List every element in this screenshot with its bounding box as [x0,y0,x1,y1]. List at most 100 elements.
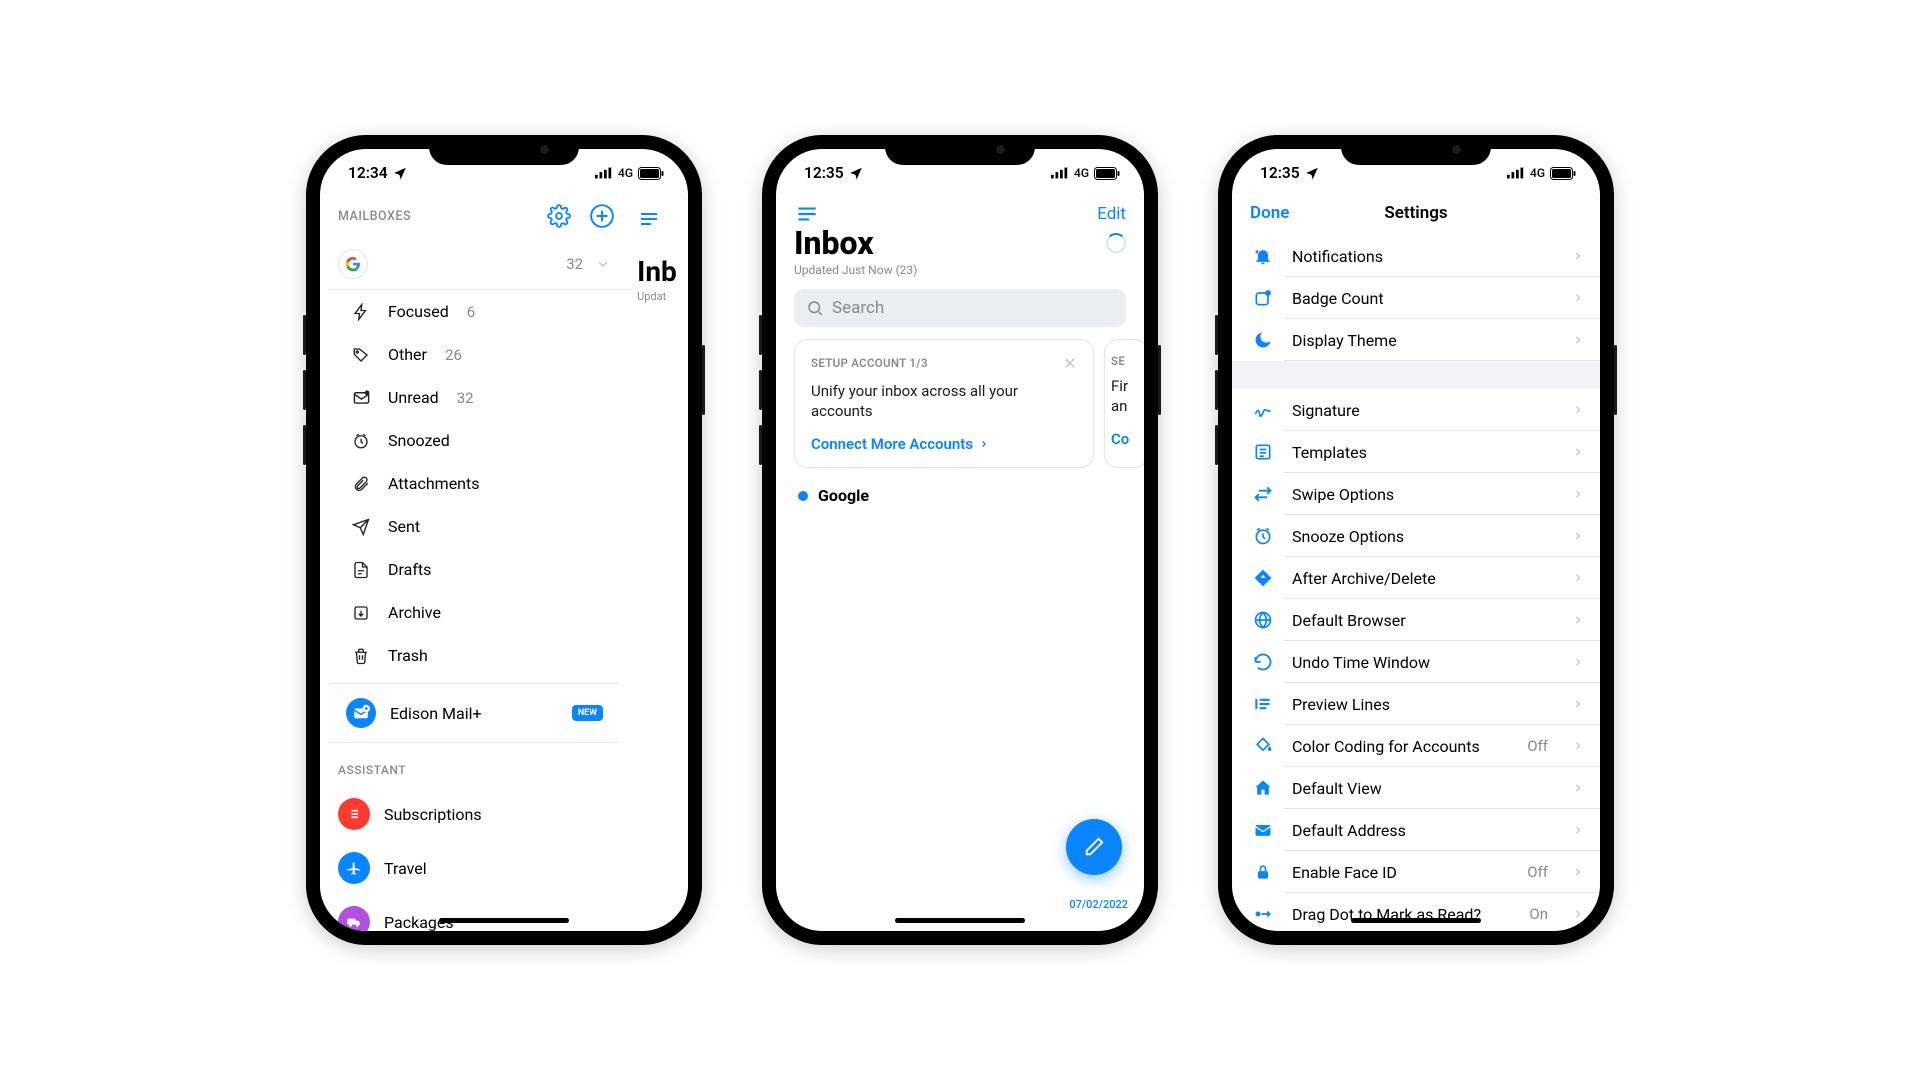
chevron-right-icon [1572,334,1584,346]
settings-value: On [1529,905,1548,923]
setup-card-2[interactable]: SE Fir an Co [1104,339,1144,469]
settings-label: Display Theme [1292,331,1397,350]
mailbox-snoozed[interactable]: Snoozed [384,419,629,462]
chevron-right-icon [1572,530,1584,542]
settings-label: Snooze Options [1292,527,1404,546]
trash-icon [350,647,372,665]
edit-button[interactable]: Edit [1097,204,1126,224]
assistant-heading: ASSISTANT [320,743,629,787]
connect-accounts-button[interactable]: Connect More Accounts [811,435,1077,453]
settings-swipe-options[interactable]: Swipe Options [1232,473,1600,515]
settings-label: Undo Time Window [1292,653,1430,672]
settings-undo-time[interactable]: Undo Time Window [1232,641,1600,683]
location-icon [393,166,407,180]
globe-icon [1250,610,1276,630]
mailbox-unread[interactable]: Unread32 [384,376,629,419]
inbox-title: Inbox [794,227,917,261]
bolt-icon [350,303,372,321]
assistant-subscriptions[interactable]: Subscriptions [320,787,629,841]
mailbox-label: Sent [388,517,420,536]
pencil-icon [1083,836,1105,858]
settings-title: Settings [1384,203,1447,223]
settings-icon[interactable] [547,204,571,228]
hamburger-icon[interactable] [637,207,688,231]
signal-icon [1051,167,1069,179]
settings-label: Signature [1292,401,1360,420]
settings-templates[interactable]: Templates [1232,431,1600,473]
status-time: 12:34 [348,164,388,182]
account-row[interactable]: 32 [320,241,629,289]
mailbox-focused[interactable]: Focused6 [384,290,629,333]
google-logo-icon [338,249,368,279]
account-name: Google [818,486,869,505]
inbox-peek[interactable]: Inb Updat [629,197,688,931]
assistant-travel[interactable]: Travel [320,841,629,895]
settings-after-archive[interactable]: After Archive/Delete [1232,557,1600,599]
settings-display-theme[interactable]: Display Theme [1232,319,1600,361]
templates-icon [1250,442,1276,462]
mailbox-trash[interactable]: Trash [384,634,629,677]
lock-icon [1250,862,1276,882]
chevron-right-icon [1572,866,1584,878]
account-google-row[interactable]: Google [776,468,1144,523]
setup-account-card[interactable]: SETUP ACCOUNT 1/3 ✕ Unify your inbox acro… [794,339,1094,469]
chevron-right-icon [1572,824,1584,836]
home-indicator[interactable] [1351,918,1481,923]
settings-notifications[interactable]: Notifications [1232,235,1600,277]
phone-middle: 12:35 4G Edit Inbox Updated Just Now (23… [762,135,1158,945]
network-label: 4G [1074,166,1089,180]
mailbox-other[interactable]: Other26 [384,333,629,376]
send-icon [350,518,372,536]
mailbox-label: Snoozed [388,431,450,450]
cta-label: Connect More Accounts [811,435,973,453]
home-icon [1250,778,1276,798]
card-heading: SE [1111,354,1125,368]
settings-label: Notifications [1292,247,1383,266]
settings-default-browser[interactable]: Default Browser [1232,599,1600,641]
chevron-right-icon [1572,250,1584,262]
mailbox-sent[interactable]: Sent [384,505,629,548]
tag-icon [350,346,372,364]
settings-preview-lines[interactable]: Preview Lines [1232,683,1600,725]
mailbox-attachments[interactable]: Attachments [384,462,629,505]
settings-face-id[interactable]: Enable Face IDOff [1232,851,1600,893]
home-indicator[interactable] [439,918,569,923]
clock-icon [350,432,372,450]
promo-label: Edison Mail+ [390,704,482,723]
search-icon [806,299,824,317]
settings-label: Templates [1292,443,1367,462]
peek-title: Inb [637,255,688,288]
chevron-right-icon [1572,292,1584,304]
chevron-right-icon [1572,614,1584,626]
settings-color-coding[interactable]: Color Coding for AccountsOff [1232,725,1600,767]
settings-label: Badge Count [1292,289,1384,308]
home-indicator[interactable] [895,918,1025,923]
close-icon[interactable]: ✕ [1063,354,1077,373]
mailbox-label: Drafts [388,560,431,579]
settings-badge-count[interactable]: Badge Count [1232,277,1600,319]
settings-value: Off [1527,863,1548,881]
signal-icon [1507,167,1525,179]
chevron-right-icon [1572,698,1584,710]
diamond-icon [1250,568,1276,588]
edison-mail-plus-row[interactable]: Edison Mail+ NEW [330,683,619,743]
chevron-right-icon [1572,404,1584,416]
card-text: Unify your inbox across all your account… [811,381,1077,422]
assistant-packages[interactable]: Packages [320,895,629,931]
mailbox-drafts[interactable]: Drafts [384,548,629,591]
settings-label: Default Browser [1292,611,1406,630]
card-heading: SETUP ACCOUNT 1/3 [811,356,928,370]
settings-drag-dot[interactable]: Drag Dot to Mark as Read?On [1232,893,1600,931]
add-icon[interactable] [589,203,615,229]
settings-snooze-options[interactable]: Snooze Options [1232,515,1600,557]
settings-signature[interactable]: Signature [1232,389,1600,431]
card-cta[interactable]: Co [1111,430,1141,448]
settings-default-address[interactable]: Default Address [1232,809,1600,851]
mailbox-label: Attachments [388,474,480,493]
compose-fab[interactable] [1066,819,1122,875]
settings-default-view[interactable]: Default View [1232,767,1600,809]
search-input[interactable]: Search [794,289,1126,327]
notch [885,135,1035,165]
done-button[interactable]: Done [1250,203,1289,223]
mailbox-archive[interactable]: Archive [384,591,629,634]
